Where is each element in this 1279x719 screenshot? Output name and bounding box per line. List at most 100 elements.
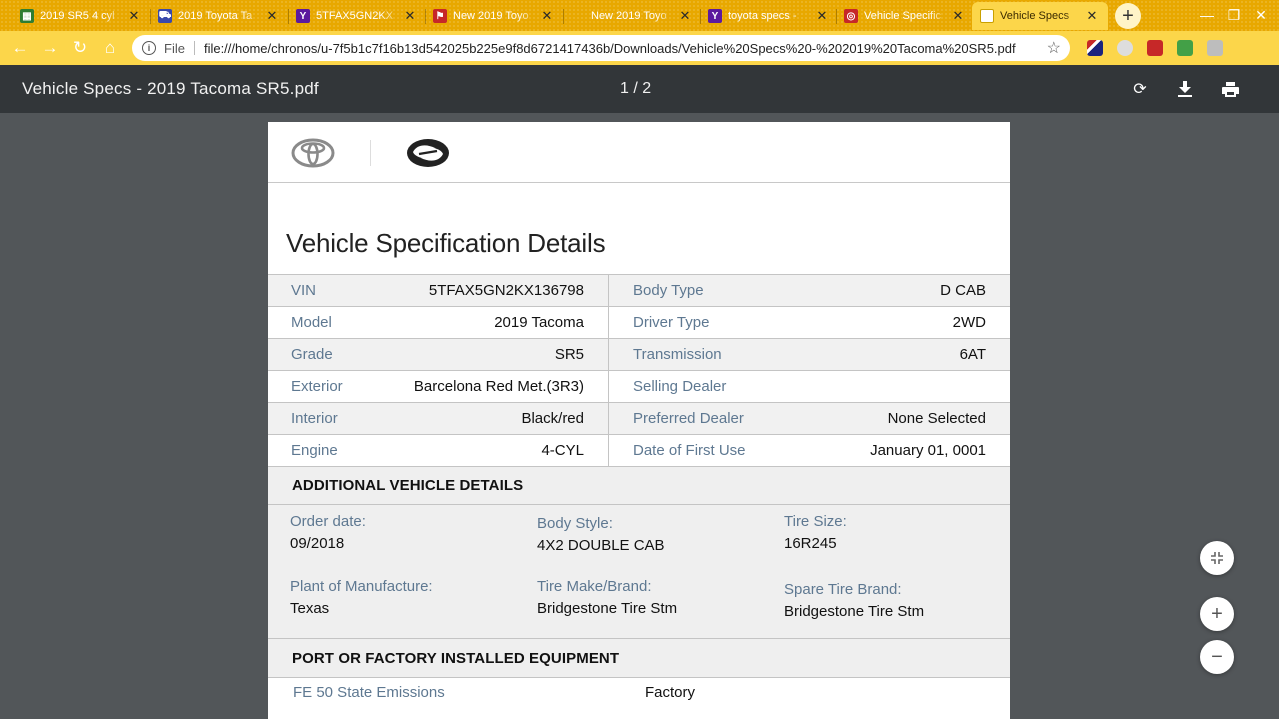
spec-value: D CAB [940, 282, 986, 299]
close-icon[interactable]: ✕ [539, 8, 555, 24]
reload-icon[interactable]: ↻ [66, 31, 94, 65]
tab-5[interactable]: Y toyota specs - ✕ [700, 2, 838, 30]
toyota-favicon: ◎ [844, 9, 858, 23]
spec-value: 2019 Tacoma [494, 314, 584, 331]
detail-item: Tire Size: 16R245 [784, 513, 1004, 552]
section-heading: PORT OR FACTORY INSTALLED EQUIPMENT [292, 649, 620, 667]
additional-details-section: ADDITIONAL VEHICLE DETAILS Order date: 0… [268, 467, 1010, 639]
spec-value: Barcelona Red Met.(3R3) [413, 378, 584, 395]
installed-equipment-section: PORT OR FACTORY INSTALLED EQUIPMENT [268, 638, 1010, 678]
image-favicon: ▦ [20, 9, 34, 23]
spec-label: Date of First Use [633, 442, 746, 459]
spec-table: VIN 5TFAX5GN2KX136798 Body Type D CAB Mode… [268, 274, 1010, 467]
tab-title: 2019 SR5 4 cyl [40, 10, 115, 22]
detail-label: Spare Tire Brand: [784, 581, 902, 598]
spec-value: 2WD [952, 314, 986, 331]
flag-extension-icon[interactable] [1087, 40, 1103, 56]
extension-icon[interactable] [1117, 40, 1133, 56]
spec-label: Body Type [633, 282, 704, 299]
spec-label: Grade [291, 346, 333, 363]
close-icon[interactable]: ✕ [1084, 8, 1100, 24]
url-scheme: File [164, 40, 185, 56]
detail-label: Tire Make/Brand: [537, 578, 652, 595]
spec-value: SR5 [554, 346, 584, 363]
download-icon[interactable] [1173, 77, 1197, 101]
grey-extension-icon[interactable] [1207, 40, 1223, 56]
spec-label: Engine [291, 442, 338, 459]
tab-strip: ▦ 2019 SR5 4 cyl ✕ ⛟ 2019 Toyota Ta ✕ Y … [0, 0, 1279, 31]
close-window-icon[interactable]: ✕ [1249, 4, 1273, 26]
tab-title: 5TFAX5GN2KX [316, 10, 394, 22]
tab-title: New 2019 Toyo [591, 10, 667, 22]
detail-label: Body Style: [537, 515, 613, 532]
info-icon[interactable]: i [142, 41, 156, 55]
minimize-icon[interactable]: — [1195, 4, 1219, 26]
back-icon[interactable]: ← [6, 31, 34, 65]
tab-title: Vehicle Specific [864, 10, 942, 22]
spec-label: Exterior [291, 378, 343, 395]
tab-1[interactable]: ⛟ 2019 Toyota Ta ✕ [150, 2, 288, 30]
tab-2[interactable]: Y 5TFAX5GN2KX ✕ [288, 2, 426, 30]
close-icon[interactable]: ✕ [814, 8, 830, 24]
address-bar[interactable]: i File file:///home/chronos/u-7f5b1c7f16… [132, 35, 1070, 61]
pdf-page: Vehicle Specification Details VIN 5TFAX5G… [268, 122, 1010, 719]
tab-3[interactable]: ⚑ New 2019 Toyo ✕ [425, 2, 563, 30]
bookmark-star-icon[interactable]: ☆ [1047, 38, 1061, 58]
blank-favicon [571, 9, 585, 23]
tab-7-active[interactable]: Vehicle Specs ✕ [972, 2, 1108, 30]
detail-item: Body Style: 4X2 DOUBLE CAB [537, 515, 757, 554]
section-heading: ADDITIONAL VEHICLE DETAILS [268, 467, 1010, 505]
tab-title: 2019 Toyota Ta [178, 10, 253, 22]
tab-title: New 2019 Toyo [453, 10, 529, 22]
url-text[interactable]: file:///home/chronos/u-7f5b1c7f16b13d542… [204, 41, 1016, 56]
page-indicator[interactable]: 1 / 2 [620, 80, 651, 98]
yahoo-favicon: Y [708, 9, 722, 23]
spec-label: VIN [291, 282, 317, 299]
browser-toolbar: ← → ↻ ⌂ i File file:///home/chronos/u-7f… [0, 31, 1279, 65]
spec-value: January 01, 0001 [870, 442, 986, 459]
detail-value: Bridgestone Tire Stm [784, 603, 925, 620]
spec-label: Model [291, 314, 332, 331]
pdf-toolbar: Vehicle Specs - 2019 Tacoma SR5.pdf 1 / … [0, 65, 1279, 113]
new-tab-button[interactable]: + [1115, 3, 1141, 29]
detail-item: Plant of Manufacture: Texas [290, 578, 510, 617]
table-row: FE 50 State Emissions Factory [268, 678, 1010, 710]
spec-value: 6AT [959, 346, 986, 363]
detail-label: Order date: [290, 513, 366, 530]
table-row: Model 2019 Tacoma Driver Type 2WD [268, 307, 1010, 339]
restore-icon[interactable]: ❐ [1222, 4, 1246, 26]
close-icon[interactable]: ✕ [264, 8, 280, 24]
close-icon[interactable]: ✕ [677, 8, 693, 24]
detail-value: Texas [290, 600, 330, 617]
spec-label: Driver Type [633, 314, 710, 331]
tab-4[interactable]: New 2019 Toyo ✕ [563, 2, 701, 30]
red-extension-icon[interactable] [1147, 40, 1163, 56]
equipment-value: Factory [645, 684, 696, 701]
home-icon[interactable]: ⌂ [96, 31, 124, 65]
green-extension-icon[interactable] [1177, 40, 1193, 56]
print-icon[interactable] [1218, 77, 1242, 101]
fit-to-page-button[interactable] [1200, 541, 1234, 575]
spec-value: Black/red [521, 410, 584, 427]
close-icon[interactable]: ✕ [126, 8, 142, 24]
spec-label: Selling Dealer [633, 378, 727, 395]
scion-logo-icon [407, 139, 449, 167]
zoom-out-button[interactable]: − [1200, 640, 1234, 674]
detail-item: Tire Make/Brand: Bridgestone Tire Stm [537, 578, 757, 617]
spec-label: Preferred Dealer [633, 410, 744, 427]
spec-label: Transmission [633, 346, 722, 363]
rotate-icon[interactable]: ⟳ [1128, 77, 1152, 101]
tab-6[interactable]: ◎ Vehicle Specific ✕ [836, 2, 974, 30]
zoom-in-button[interactable]: + [1200, 597, 1234, 631]
table-row: Interior Black/red Preferred Dealer None S… [268, 403, 1010, 435]
table-row: Engine 4-CYL Date of First Use January 01,… [268, 435, 1010, 467]
detail-label: Tire Size: [784, 513, 847, 530]
close-icon[interactable]: ✕ [402, 8, 418, 24]
close-icon[interactable]: ✕ [950, 8, 966, 24]
detail-item: Spare Tire Brand: Bridgestone Tire Stm [784, 581, 1004, 620]
tab-0[interactable]: ▦ 2019 SR5 4 cyl ✕ [12, 2, 150, 30]
detail-label: Plant of Manufacture: [290, 578, 433, 595]
forward-icon[interactable]: → [36, 31, 64, 65]
tab-title: toyota specs - [728, 10, 797, 22]
pdf-title: Vehicle Specs - 2019 Tacoma SR5.pdf [22, 79, 319, 98]
